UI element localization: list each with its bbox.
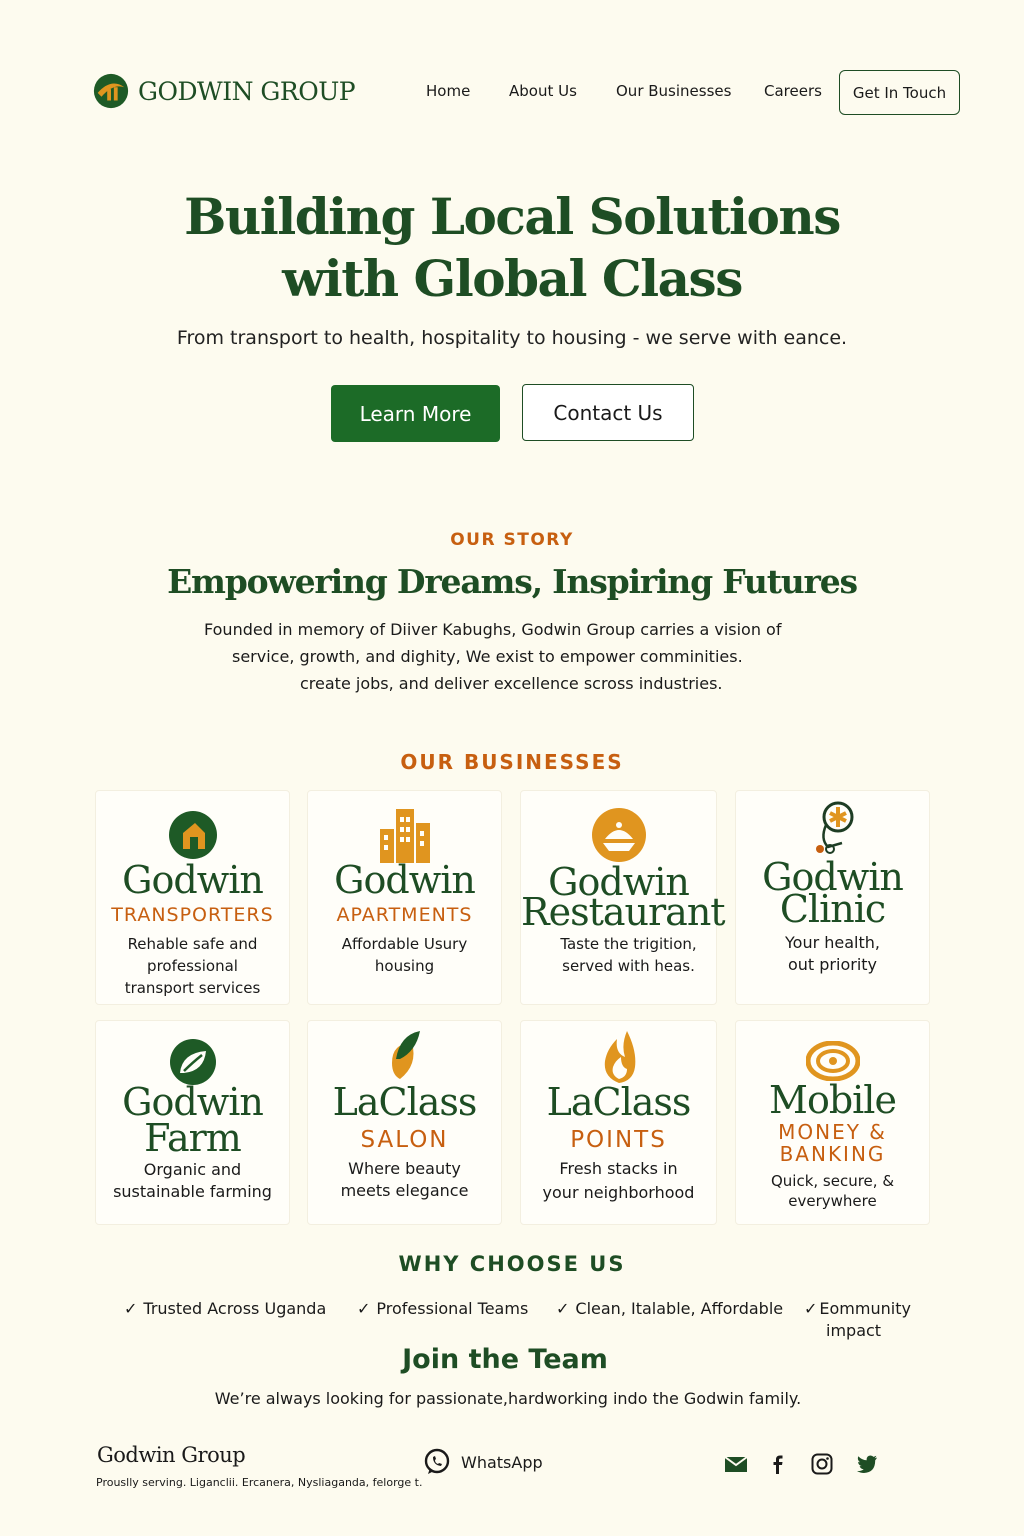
whatsapp-link[interactable]: WhatsApp xyxy=(423,1448,543,1476)
hero-title: Building Local Solutions with Global Cla… xyxy=(0,186,1024,310)
why-item: ✓ Clean, Italable, Affordable xyxy=(556,1299,784,1318)
hero-title-line-1: Building Local Solutions xyxy=(184,187,841,246)
card-name: Godwin xyxy=(122,858,264,902)
story-title: Empowering Dreams, Inspiring Futures xyxy=(167,562,858,601)
story-line-3: create jobs, and deliver excellence scro… xyxy=(300,674,723,693)
hero-title-line-2: with Global Class xyxy=(282,249,743,308)
card-desc: Taste the trigition, served with heas. xyxy=(560,935,697,975)
mobile-money-swirl-icon xyxy=(805,1041,860,1081)
business-card-apartments[interactable]: Godwin APARTMENTS Affordable Usury housi… xyxy=(307,790,502,1005)
why-item: ✓ Eommunity impact xyxy=(804,1299,911,1340)
learn-more-button[interactable]: Learn More xyxy=(331,385,500,442)
card-sub: SALON xyxy=(360,1127,449,1153)
check-icon: ✓ xyxy=(556,1299,570,1318)
twitter-icon[interactable] xyxy=(855,1452,879,1476)
story-eyebrow: OUR STORY xyxy=(450,530,574,550)
card-sub: APARTMENTS xyxy=(336,904,473,926)
card-desc: Quick, secure, & everywhere xyxy=(770,1172,895,1210)
card-name: Godwin Clinic xyxy=(762,855,904,931)
card-name: LaClass xyxy=(332,1080,478,1124)
nav-about-us[interactable]: About Us xyxy=(509,82,577,100)
nav-home[interactable]: Home xyxy=(426,82,470,100)
brand-logo-link[interactable]: GODWIN GROUP xyxy=(92,72,356,110)
footer-tagline: Prouslly serving. Liganclii. Ercanera, N… xyxy=(96,1476,423,1489)
restaurant-cloche-icon xyxy=(591,808,646,862)
card-desc: Rehable safe and professional transport … xyxy=(124,935,261,997)
join-title: Join the Team xyxy=(402,1344,608,1375)
transport-leaf-logo-icon xyxy=(168,811,217,859)
businesses-eyebrow: OUR BUSINESSES xyxy=(400,750,624,774)
card-desc: Where beauty meets elegance xyxy=(340,1159,469,1200)
why-item: ✓ Professional Teams xyxy=(357,1299,529,1318)
contact-us-button[interactable]: Contact Us xyxy=(522,384,694,441)
points-flame-icon xyxy=(604,1031,635,1083)
whatsapp-label: WhatsApp xyxy=(461,1452,543,1472)
email-icon[interactable] xyxy=(724,1452,748,1476)
story-line-2: service, growth, and dighity, We exist t… xyxy=(232,647,743,666)
check-icon: ✓ xyxy=(357,1299,371,1318)
apartments-building-icon xyxy=(379,809,430,863)
business-card-farm[interactable]: Godwin Farm Organic and sustainable farm… xyxy=(95,1020,290,1225)
whatsapp-icon xyxy=(424,1448,450,1474)
join-subtitle: We’re always looking for passionate,hard… xyxy=(214,1389,802,1408)
story-line-1: Founded in memory of Diiver Kabughs, God… xyxy=(204,620,782,639)
instagram-icon[interactable] xyxy=(810,1452,834,1476)
hero-subtitle: From transport to health, hospitality to… xyxy=(176,327,848,349)
business-card-clinic[interactable]: Godwin Clinic Your health, out priority xyxy=(735,790,930,1005)
why-item: ✓ Trusted Across Uganda xyxy=(124,1299,327,1318)
card-name: LaClass xyxy=(546,1080,692,1124)
nav-careers[interactable]: Careers xyxy=(764,82,822,100)
business-card-mobile-money[interactable]: Mobile MONEY & BANKING Quick, secure, & … xyxy=(735,1020,930,1225)
business-card-transporters[interactable]: Godwin TRANSPORTERS Rehable safe and pro… xyxy=(95,790,290,1005)
business-card-salon[interactable]: LaClass SALON Where beauty meets eleganc… xyxy=(307,1020,502,1225)
card-desc: Your health, out priority xyxy=(785,933,880,974)
godwin-leaf-logo-icon xyxy=(93,73,129,109)
why-title: WHY CHOOSE US xyxy=(398,1252,626,1276)
business-card-points[interactable]: LaClass POINTS Fresh stacks in your neig… xyxy=(520,1020,717,1225)
check-icon: ✓ xyxy=(804,1299,818,1318)
card-sub: POINTS xyxy=(570,1127,667,1153)
card-name: Godwin Restaurant xyxy=(521,860,726,934)
card-sub: TRANSPORTERS xyxy=(111,904,274,926)
salon-leaf-icon xyxy=(391,1031,420,1079)
card-sub: MONEY & BANKING xyxy=(778,1120,887,1166)
footer-brand: Godwin Group xyxy=(97,1443,246,1467)
card-name: Mobile xyxy=(769,1078,897,1122)
facebook-icon[interactable] xyxy=(766,1452,790,1476)
get-in-touch-button[interactable]: Get In Touch xyxy=(839,70,960,115)
business-card-restaurant[interactable]: Godwin Restaurant Taste the trigition, s… xyxy=(520,790,726,1005)
card-name: Godwin xyxy=(334,858,476,902)
card-desc: Organic and sustainable farming xyxy=(113,1160,272,1201)
card-name: Godwin Farm xyxy=(122,1080,264,1160)
brand-name: GODWIN GROUP xyxy=(138,76,356,106)
check-icon: ✓ xyxy=(124,1299,138,1318)
card-desc: Fresh stacks in your neighborhood xyxy=(542,1159,695,1202)
nav-our-businesses[interactable]: Our Businesses xyxy=(616,82,731,100)
top-nav: GODWIN GROUP Home About Us Our Businesse… xyxy=(0,0,1024,180)
card-desc: Affordable Usury housing xyxy=(341,935,468,975)
clinic-stethoscope-icon xyxy=(815,801,853,854)
